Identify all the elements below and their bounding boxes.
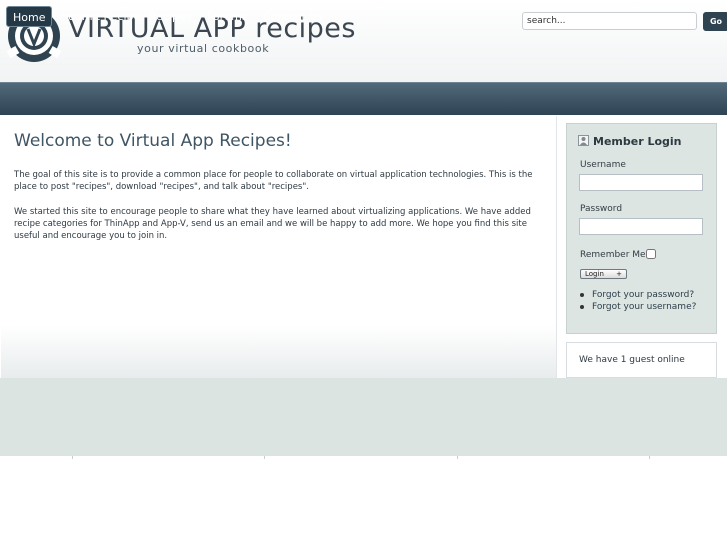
intro-paragraph: The goal of this site is to provide a co… [14, 170, 533, 192]
plus-icon: + [616, 270, 622, 278]
username-field[interactable] [579, 174, 703, 191]
main-nav [0, 82, 727, 115]
search-input[interactable] [522, 12, 697, 30]
nav-item-contact-us[interactable]: Contact Us [263, 6, 323, 27]
footer-bottom [0, 456, 727, 545]
username-label: Username [580, 160, 626, 170]
nav-item-forums[interactable]: Forums [207, 6, 248, 27]
site-tagline: your virtual cookbook [137, 42, 270, 55]
nav-item-submit-recipe[interactable]: Submit Recipe [61, 6, 140, 27]
footer-divider [72, 456, 73, 459]
bullet-icon [580, 305, 584, 309]
login-button[interactable]: Login + [580, 269, 627, 279]
login-title: Member Login [593, 135, 682, 148]
footer-divider [264, 456, 265, 459]
footer-divider [457, 456, 458, 459]
footer-band [0, 378, 727, 456]
search-go-button[interactable]: Go [703, 12, 727, 31]
nav-item-recipes[interactable]: Recipes [149, 6, 192, 27]
remember-me-checkbox[interactable] [646, 249, 656, 259]
forgot-password-link[interactable]: Forgot your password? [592, 290, 694, 300]
online-count-text: We have 1 guest online [579, 355, 685, 365]
main-content [1, 116, 557, 378]
forgot-username-link[interactable]: Forgot your username? [592, 302, 696, 312]
footer-divider [649, 456, 650, 459]
password-field[interactable] [579, 218, 703, 235]
login-button-label: Login [585, 270, 604, 278]
user-icon [578, 135, 589, 146]
nav-item-home[interactable]: Home [6, 6, 53, 27]
about-paragraph: We started this site to encourage people… [14, 207, 531, 241]
page-title: Welcome to Virtual App Recipes! [14, 131, 292, 151]
remember-me-label: Remember Me [580, 250, 646, 260]
bullet-icon [580, 293, 584, 297]
password-label: Password [580, 204, 623, 214]
